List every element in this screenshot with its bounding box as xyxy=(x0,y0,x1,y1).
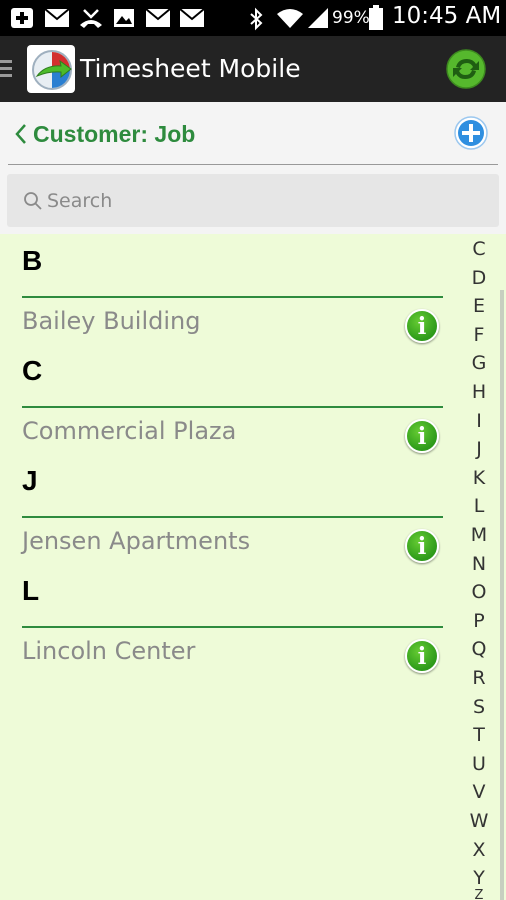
status-bar: 99% 10:45 AM xyxy=(0,0,506,36)
index-letter[interactable]: H xyxy=(464,381,494,403)
section-header: B xyxy=(22,245,43,276)
bluetooth-icon xyxy=(250,7,263,31)
index-letter[interactable]: W xyxy=(464,810,494,832)
battery-icon xyxy=(369,5,383,30)
index-letter[interactable]: C xyxy=(464,238,494,260)
add-button[interactable] xyxy=(454,116,488,150)
divider xyxy=(8,164,498,165)
page-title[interactable]: Customer: Job xyxy=(33,121,195,148)
action-bar: Timesheet Mobile xyxy=(0,36,506,102)
section-header: L xyxy=(22,575,40,606)
index-letter[interactable]: J xyxy=(464,438,494,460)
mail-icon xyxy=(179,8,205,27)
list-item[interactable]: Bailey Building i xyxy=(22,298,443,354)
index-letter[interactable]: F xyxy=(464,324,494,346)
list-item[interactable]: Lincoln Center i xyxy=(22,628,443,684)
mail-icon xyxy=(145,8,171,27)
index-letter[interactable]: O xyxy=(464,581,494,603)
info-icon: i xyxy=(417,533,427,560)
sync-button[interactable] xyxy=(446,49,486,89)
info-icon: i xyxy=(417,313,427,340)
index-letter[interactable]: V xyxy=(464,781,494,803)
timesheet-logo-icon[interactable] xyxy=(27,45,75,93)
clock: 10:45 AM xyxy=(392,3,502,29)
add-notification-icon xyxy=(11,8,33,28)
signal-icon xyxy=(308,8,328,28)
index-letter[interactable]: K xyxy=(464,467,494,489)
index-letter[interactable]: X xyxy=(464,839,494,861)
job-name[interactable]: Lincoln Center xyxy=(22,637,195,665)
job-name[interactable]: Jensen Apartments xyxy=(22,527,250,555)
search-icon xyxy=(24,192,42,210)
index-letter[interactable]: U xyxy=(464,753,494,775)
section-header: J xyxy=(22,465,38,496)
info-icon: i xyxy=(417,643,427,670)
mail-icon xyxy=(44,8,70,27)
sync-icon xyxy=(446,49,486,89)
search-input[interactable] xyxy=(47,174,487,227)
job-name[interactable]: Commercial Plaza xyxy=(22,417,236,445)
chevron-left-icon[interactable] xyxy=(14,122,28,146)
missed-call-icon xyxy=(80,9,102,28)
wifi-icon xyxy=(277,9,303,28)
info-button[interactable]: i xyxy=(405,639,439,673)
index-letter[interactable]: E xyxy=(464,295,494,317)
index-letter[interactable]: P xyxy=(464,610,494,632)
screen-header: Customer: Job xyxy=(0,102,506,234)
job-list: B Bailey Building i C Commercial Plaza i… xyxy=(0,234,506,900)
info-button[interactable]: i xyxy=(405,529,439,563)
search-bar[interactable] xyxy=(7,174,499,227)
index-letter[interactable]: I xyxy=(464,410,494,432)
info-button[interactable]: i xyxy=(405,309,439,343)
menu-icon[interactable] xyxy=(0,60,12,81)
index-letter[interactable]: L xyxy=(464,495,494,517)
index-letter[interactable]: D xyxy=(464,267,494,289)
section-header: C xyxy=(22,355,43,386)
info-button[interactable]: i xyxy=(405,419,439,453)
info-icon: i xyxy=(417,423,427,450)
index-letter[interactable]: G xyxy=(464,352,494,374)
index-letter[interactable]: Z xyxy=(464,888,494,900)
app-title: Timesheet Mobile xyxy=(80,54,301,83)
job-name[interactable]: Bailey Building xyxy=(22,307,200,335)
index-letter[interactable]: M xyxy=(464,524,494,546)
scrollbar[interactable] xyxy=(500,290,504,900)
index-letter[interactable]: Q xyxy=(464,638,494,660)
index-letter[interactable]: T xyxy=(464,724,494,746)
list-item[interactable]: Commercial Plaza i xyxy=(22,408,443,464)
index-letter[interactable]: R xyxy=(464,667,494,689)
index-letter[interactable]: S xyxy=(464,696,494,718)
index-letter[interactable]: Y xyxy=(464,867,494,889)
battery-percent: 99% xyxy=(332,8,370,28)
image-icon xyxy=(114,9,134,27)
index-letter[interactable]: N xyxy=(464,553,494,575)
list-item[interactable]: Jensen Apartments i xyxy=(22,518,443,574)
